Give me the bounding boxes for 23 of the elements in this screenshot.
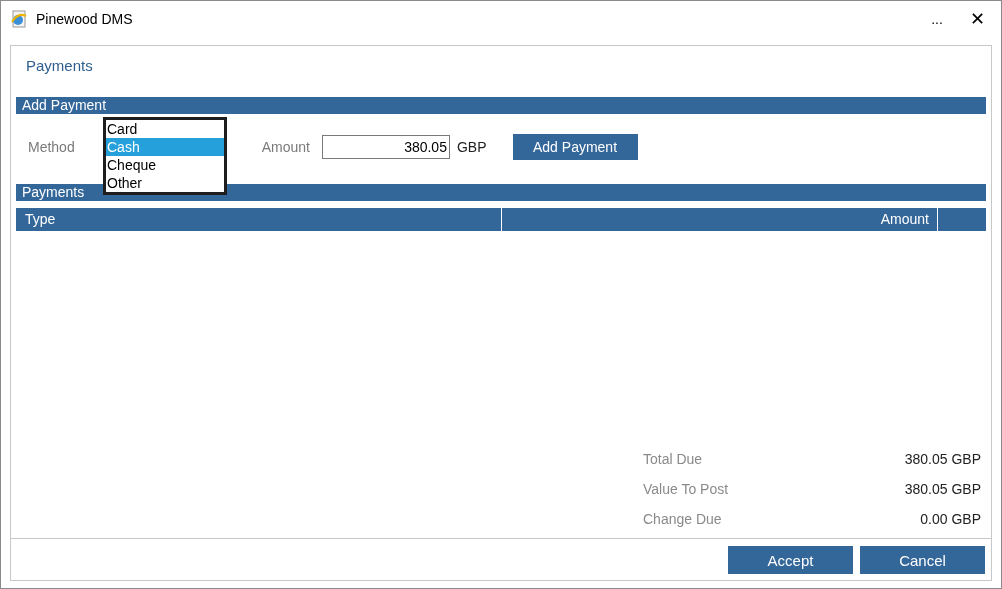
app-icon [10, 10, 28, 28]
total-label: Total Due [643, 450, 703, 469]
close-button[interactable]: ✕ [957, 1, 997, 37]
more-button[interactable]: ... [917, 1, 957, 37]
dropdown-option[interactable]: Cheque [106, 156, 224, 174]
amount-field[interactable]: 380.05 [321, 135, 450, 159]
column-header: Amount [502, 208, 938, 231]
currency-label: GBP [456, 139, 487, 155]
total-value: 380.05 GBP [904, 480, 981, 499]
dropdown-option[interactable]: Card [106, 120, 224, 138]
column-header: Type [16, 208, 502, 231]
method-label: Method [28, 139, 75, 155]
section-header: Add Payment [16, 97, 986, 114]
total-value: 0.00 GBP [920, 510, 981, 529]
add-payment-button[interactable]: Add Payment [512, 134, 638, 160]
dialog-button[interactable]: Accept [728, 546, 853, 574]
page-title: Payments [25, 56, 94, 76]
total-label: Change Due [643, 510, 722, 529]
total-value: 380.05 GBP [904, 450, 981, 469]
window-title: Pinewood DMS [36, 11, 133, 27]
total-label: Value To Post [643, 480, 729, 499]
amount-label: Amount [261, 139, 310, 155]
dialog-button[interactable]: Cancel [860, 546, 985, 574]
